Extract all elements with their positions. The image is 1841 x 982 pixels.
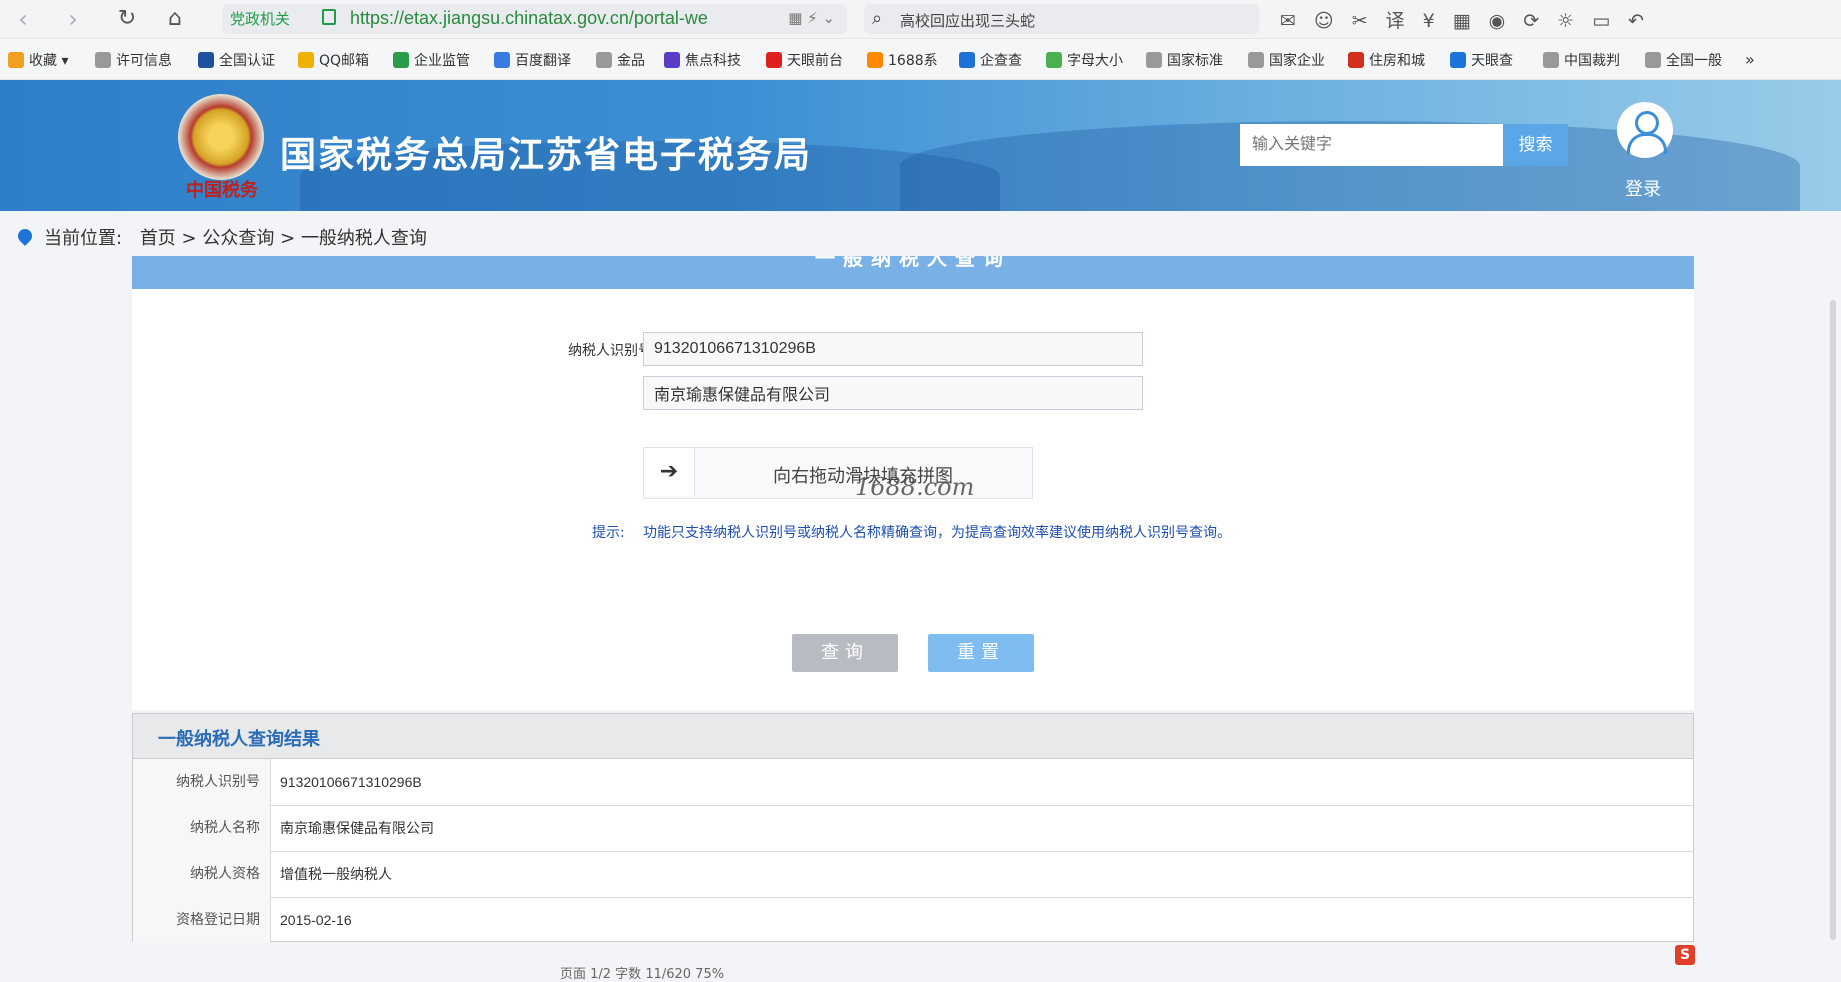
panel-header: 一般纳税人查询 [132, 256, 1694, 289]
row-label: 资格登记日期 [133, 897, 271, 943]
captcha-slider[interactable]: ➔ 向右拖动滑块填充拼图 [643, 447, 1033, 499]
bookmark-item[interactable]: 企业监管 [393, 50, 470, 70]
site-search-button[interactable]: 搜索 [1503, 124, 1568, 166]
breadcrumb: 当前位置: 首页 > 公众查询 > 一般纳税人查询 [15, 224, 427, 250]
bookmark-item[interactable]: 中国裁判 [1543, 50, 1620, 70]
hint-label: 提示: [592, 525, 625, 541]
more-bookmarks-icon[interactable]: » [1745, 50, 1755, 69]
site-icon [664, 52, 680, 68]
user-head-icon [1635, 111, 1659, 135]
bookmark-item[interactable]: 天眼查 [1450, 50, 1513, 70]
globe-icon [596, 52, 612, 68]
globe-icon [1146, 52, 1162, 68]
reload-icon[interactable]: ↻ [114, 6, 140, 32]
site-icon [959, 52, 975, 68]
browser-search-text: 高校回应出现三头蛇 [900, 12, 1036, 30]
search-icon: ⌕ [872, 8, 883, 29]
gear-icon [95, 52, 111, 68]
bookmark-item[interactable]: 住房和城 [1348, 50, 1425, 70]
url-text[interactable]: https://etax.jiangsu.chinatax.gov.cn/por… [350, 8, 708, 29]
breadcrumb-public-query[interactable]: 公众查询 [202, 228, 274, 249]
query-button[interactable]: 查询 [792, 634, 898, 672]
breadcrumb-separator: > [181, 228, 197, 249]
row-value: 91320106671310296B [280, 774, 422, 790]
site-icon [298, 52, 314, 68]
panel-title: 一般纳税人查询 [815, 256, 1011, 270]
breadcrumb-prefix: 当前位置: [44, 228, 123, 249]
bookmark-item[interactable]: 全国一般 [1645, 50, 1722, 70]
page-scrollbar[interactable] [1830, 300, 1836, 940]
bookmark-item[interactable]: 字母大小 [1046, 50, 1123, 70]
breadcrumb-home[interactable]: 首页 [140, 228, 176, 249]
home-icon[interactable]: ⌂ [162, 6, 188, 32]
bookmark-item[interactable]: 企查查 [959, 50, 1022, 70]
site-icon [1645, 52, 1661, 68]
row-label: 纳税人识别号 [133, 759, 271, 805]
result-header: 一般纳税人查询结果 [133, 714, 1693, 759]
hint-text: 功能只支持纳税人识别号或纳税人名称精确查询，为提高查询效率建议使用纳税人识别号查… [643, 525, 1231, 541]
bookmark-item[interactable]: 金品 [596, 50, 645, 70]
status-bar-text: 页面 1/2 字数 11/620 75% [560, 967, 725, 982]
bookmarks-bar: 收藏 ▾ 许可信息 全国认证 QQ邮箱 企业监管 百度翻译 金品 焦点科技 天眼… [0, 39, 1841, 80]
bookmark-item[interactable]: 许可信息 [95, 50, 172, 70]
table-row: 纳税人名称 南京瑜惠保健品有限公司 [133, 805, 1693, 852]
location-pin-icon [15, 226, 35, 246]
table-row: 纳税人识别号 91320106671310296B [133, 759, 1693, 806]
address-actions-icon[interactable]: ▦ ⚡ ⌄ [788, 9, 835, 27]
row-value: 南京瑜惠保健品有限公司 [280, 820, 434, 836]
address-bar[interactable]: 党政机关 https://etax.jiangsu.chinatax.gov.c… [222, 4, 847, 34]
taxpayer-name-input[interactable] [643, 376, 1143, 410]
globe-icon [1543, 52, 1559, 68]
back-icon[interactable]: ‹ [10, 6, 36, 32]
tax-emblem-logo [178, 94, 264, 180]
login-link[interactable]: 登录 [1625, 175, 1661, 201]
sogou-input-icon[interactable]: S [1675, 945, 1695, 965]
bookmark-item[interactable]: 天眼前台 [766, 50, 843, 70]
breadcrumb-current: 一般纳税人查询 [300, 228, 427, 249]
site-icon [1450, 52, 1466, 68]
star-icon [8, 52, 24, 68]
bookmark-item[interactable]: QQ邮箱 [298, 50, 369, 70]
browser-search[interactable]: ⌕ 高校回应出现三头蛇 [864, 4, 1259, 34]
bookmark-item[interactable]: 百度翻译 [494, 50, 571, 70]
breadcrumb-separator: > [280, 228, 296, 249]
toolbar-extension-icons[interactable]: ✉☺✂译¥▦◉⟳☼▭↶ [1280, 6, 1662, 33]
table-row: 资格登记日期 2015-02-16 [133, 897, 1693, 943]
table-row: 纳税人资格 增值税一般纳税人 [133, 851, 1693, 898]
bookmark-item[interactable]: 国家企业 [1248, 50, 1325, 70]
site-icon [1348, 52, 1364, 68]
slider-arrow-icon[interactable]: ➔ [644, 448, 695, 496]
row-value: 2015-02-16 [280, 912, 352, 928]
bookmark-item[interactable]: 1688系 [867, 50, 938, 70]
site-icon [766, 52, 782, 68]
row-label: 纳税人资格 [133, 851, 271, 897]
watermark-text: 1688.com [855, 473, 975, 501]
site-icon [198, 52, 214, 68]
browser-toolbar: ‹ › ↻ ⌂ 党政机关 https://etax.jiangsu.chinat… [0, 0, 1841, 39]
translate-icon [494, 52, 510, 68]
site-search-input[interactable] [1240, 124, 1505, 166]
bookmark-item[interactable]: 国家标准 [1146, 50, 1223, 70]
site-tag: 党政机关 [230, 10, 291, 28]
site-icon [867, 52, 883, 68]
bookmark-item[interactable]: 焦点科技 [664, 50, 741, 70]
site-icon [1046, 52, 1062, 68]
globe-icon [1248, 52, 1264, 68]
result-title: 一般纳税人查询结果 [158, 729, 320, 750]
row-label: 纳税人名称 [133, 805, 271, 851]
site-header: 中国税务 国家税务总局江苏省电子税务局 搜索 登录 [0, 80, 1841, 211]
site-icon [393, 52, 409, 68]
bookmark-item[interactable]: 收藏 ▾ [8, 50, 68, 70]
result-panel: 一般纳税人查询结果 纳税人识别号 91320106671310296B 纳税人名… [132, 713, 1694, 943]
emblem-caption: 中国税务 [186, 180, 258, 201]
site-title: 国家税务总局江苏省电子税务局 [280, 135, 813, 176]
reset-button[interactable]: 重置 [928, 634, 1034, 672]
forward-icon[interactable]: › [60, 6, 86, 32]
bookmark-item[interactable]: 全国认证 [198, 50, 275, 70]
lock-icon [322, 9, 336, 25]
row-value: 增值税一般纳税人 [280, 866, 392, 882]
taxpayer-id-input[interactable] [643, 332, 1143, 366]
